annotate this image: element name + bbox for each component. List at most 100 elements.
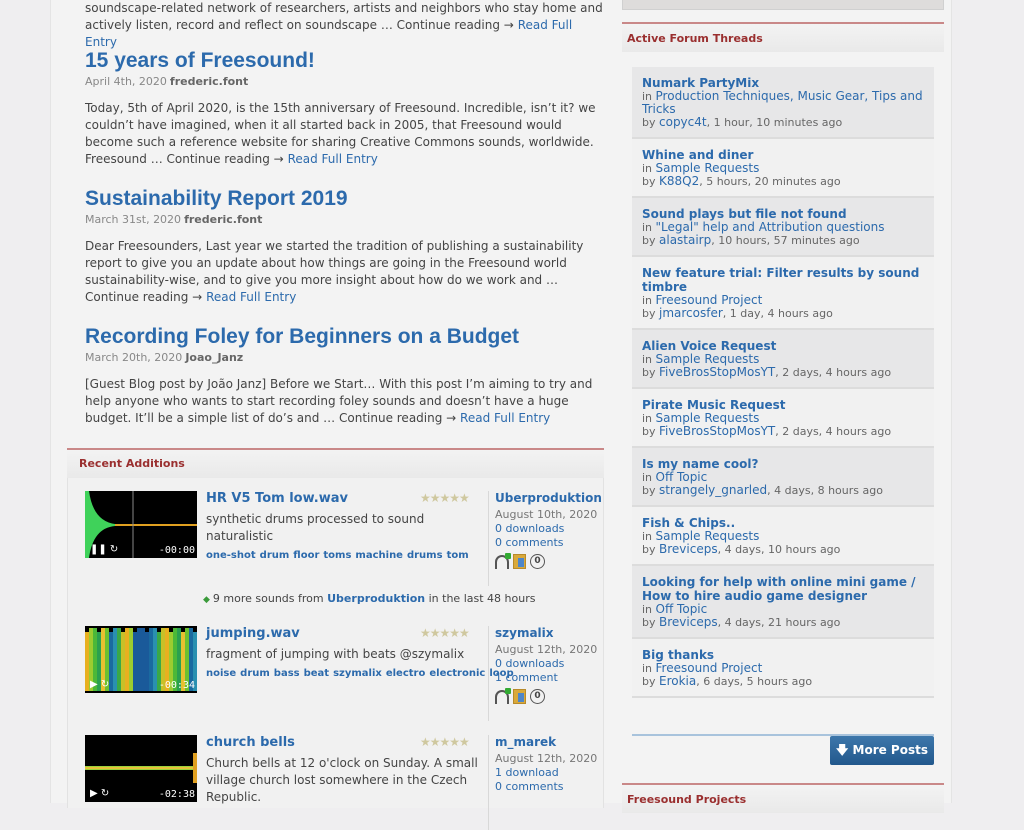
read-full-entry-link[interactable]: Read Full Entry [288, 152, 378, 166]
thread-time: , 2 days, 4 hours ago [775, 366, 892, 379]
post-title-link[interactable]: 15 years of Freesound! [85, 49, 315, 72]
in-label: in [642, 353, 653, 366]
thread-user-link[interactable]: strangely_gnarled [659, 483, 767, 497]
tag-link[interactable]: noise [206, 668, 236, 679]
waveform-bar [149, 628, 153, 691]
forum-link[interactable]: Sample Requests [656, 161, 760, 175]
downloads-link[interactable]: 0 downloads [495, 522, 598, 536]
thread-user-link[interactable]: Breviceps [659, 615, 718, 629]
by-label: by [642, 616, 656, 629]
time-remaining: -00:34 [158, 680, 195, 691]
thread-user-link[interactable]: alastairp [659, 233, 711, 247]
thread-title-link[interactable]: Is my name cool? [642, 457, 924, 471]
tag-link[interactable]: bass [274, 668, 300, 679]
read-full-entry-link[interactable]: Read Full Entry [206, 290, 296, 304]
thread-user-link[interactable]: jmarcosfer [659, 306, 723, 320]
forum-link[interactable]: Freesound Project [656, 293, 763, 307]
post-excerpt: Dear Freesounders, Last year we started … [85, 239, 584, 304]
tag-link[interactable]: electro [386, 668, 426, 679]
blog-post: 15 years of Freesound! April 4th, 2020 fr… [85, 49, 605, 168]
thread-title-link[interactable]: Numark PartyMix [642, 76, 924, 90]
thread-user-link[interactable]: copyc4t [659, 115, 707, 129]
forum-link[interactable]: Off Topic [656, 470, 708, 484]
comments-link[interactable]: 1 comment [495, 671, 598, 685]
thread-title-link[interactable]: Alien Voice Request [642, 339, 924, 353]
thread-title-link[interactable]: Sound plays but file not found [642, 207, 924, 221]
sound-title-link[interactable]: church bells [206, 735, 295, 750]
forum-link[interactable]: "Legal" help and Attribution questions [656, 220, 885, 234]
sound-user-link[interactable]: Uberproduktion [495, 491, 602, 505]
by-label: by [642, 234, 656, 247]
pause-icon[interactable]: ❚❚ ↻ [90, 544, 118, 555]
sound-title-link[interactable]: HR V5 Tom low.wav [206, 491, 348, 506]
cc-zero-license-icon[interactable]: 0 [530, 689, 545, 704]
in-label: in [642, 530, 653, 543]
forum-link[interactable]: Freesound Project [656, 661, 763, 675]
sound-date: August 12th, 2020 [495, 752, 598, 765]
blog-post: Sustainability Report 2019 March 31st, 2… [85, 187, 605, 306]
sound-title-link[interactable]: jumping.wav [206, 626, 300, 641]
blog-intro: soundscape-related network of researcher… [85, 0, 605, 51]
thread-user-link[interactable]: Breviceps [659, 542, 718, 556]
thread-user-link[interactable]: Erokia [659, 674, 696, 688]
tag-link[interactable]: toms [323, 550, 351, 561]
forum-link[interactable]: Sample Requests [656, 529, 760, 543]
tag-link[interactable]: electronic [429, 668, 485, 679]
tag-link[interactable]: machine [355, 550, 403, 561]
tag-link[interactable]: szymalix [333, 668, 382, 679]
forum-thread-list: Numark PartyMix in Production Techniques,… [632, 67, 934, 698]
waveform-bar [129, 628, 133, 691]
play-icon[interactable]: ▶ ↻ [90, 788, 109, 799]
sound-user-link[interactable]: szymalix [495, 626, 598, 640]
tag-link[interactable]: floor [293, 550, 319, 561]
forum-link[interactable]: Sample Requests [656, 411, 760, 425]
waveform-bar [113, 628, 117, 691]
tag-link[interactable]: one-shot [206, 550, 256, 561]
tag-link[interactable]: tom [447, 550, 469, 561]
rating-stars[interactable]: ★★★★★ [420, 491, 470, 505]
projects-heading: Freesound Projects [627, 793, 747, 806]
tag-link[interactable]: drum [260, 550, 290, 561]
downloads-link[interactable]: 0 downloads [495, 657, 598, 671]
sound-user-link[interactable]: m_marek [495, 735, 598, 749]
waveform-player[interactable]: ▶ ↻ -02:38 [85, 735, 197, 802]
post-title-link[interactable]: Recording Foley for Beginners on a Budge… [85, 325, 519, 348]
comments-link[interactable]: 0 comments [495, 536, 598, 550]
more-from-user-link[interactable]: Uberproduktion [327, 592, 425, 605]
thread-title-link[interactable]: Fish & Chips.. [642, 516, 924, 530]
time-remaining: -02:38 [158, 789, 195, 800]
recent-additions-heading: Recent Additions [79, 457, 185, 470]
thread-title-link[interactable]: Big thanks [642, 648, 924, 662]
thread-user-link[interactable]: K88Q2 [659, 174, 699, 188]
comments-link[interactable]: 0 comments [495, 780, 598, 794]
cc-zero-license-icon[interactable]: 0 [530, 554, 545, 569]
tag-link[interactable]: drums [407, 550, 443, 561]
thread-user-link[interactable]: FiveBrosStopMosYT [659, 365, 775, 379]
thread-title-link[interactable]: New feature trial: Filter results by sou… [642, 266, 924, 294]
thread-title-link[interactable]: Pirate Music Request [642, 398, 924, 412]
thread-time: , 1 day, 4 hours ago [722, 307, 833, 320]
headphones-icon [495, 687, 511, 704]
waveform-player[interactable]: ▶ ↻ -00:34 [85, 626, 197, 693]
waveform-player[interactable]: ❚❚ ↻ -00:00 [85, 491, 197, 558]
by-label: by [642, 484, 656, 497]
more-posts-button[interactable]: 🡇 More Posts [830, 736, 934, 765]
rating-stars[interactable]: ★★★★★ [420, 735, 470, 749]
forum-link[interactable]: Off Topic [656, 602, 708, 616]
forum-thread: Looking for help with online mini game /… [632, 566, 934, 639]
forum-link[interactable]: Production Techniques, Music Gear, Tips … [642, 89, 923, 116]
tag-link[interactable]: drum [240, 668, 270, 679]
downloads-link[interactable]: 1 download [495, 766, 598, 780]
thread-time: , 4 days, 21 hours ago [717, 616, 841, 629]
sound-description: synthetic drums processed to sound natur… [206, 512, 425, 543]
tag-link[interactable]: beat [304, 668, 329, 679]
thread-title-link[interactable]: Whine and diner [642, 148, 924, 162]
play-icon[interactable]: ▶ ↻ [90, 679, 109, 690]
forum-link[interactable]: Sample Requests [656, 352, 760, 366]
thread-user-link[interactable]: FiveBrosStopMosYT [659, 424, 775, 438]
post-title-link[interactable]: Sustainability Report 2019 [85, 187, 348, 210]
forum-thread: Numark PartyMix in Production Techniques,… [632, 67, 934, 139]
thread-title-link[interactable]: Looking for help with online mini game /… [642, 575, 924, 603]
rating-stars[interactable]: ★★★★★ [420, 626, 470, 640]
read-full-entry-link[interactable]: Read Full Entry [460, 411, 550, 425]
